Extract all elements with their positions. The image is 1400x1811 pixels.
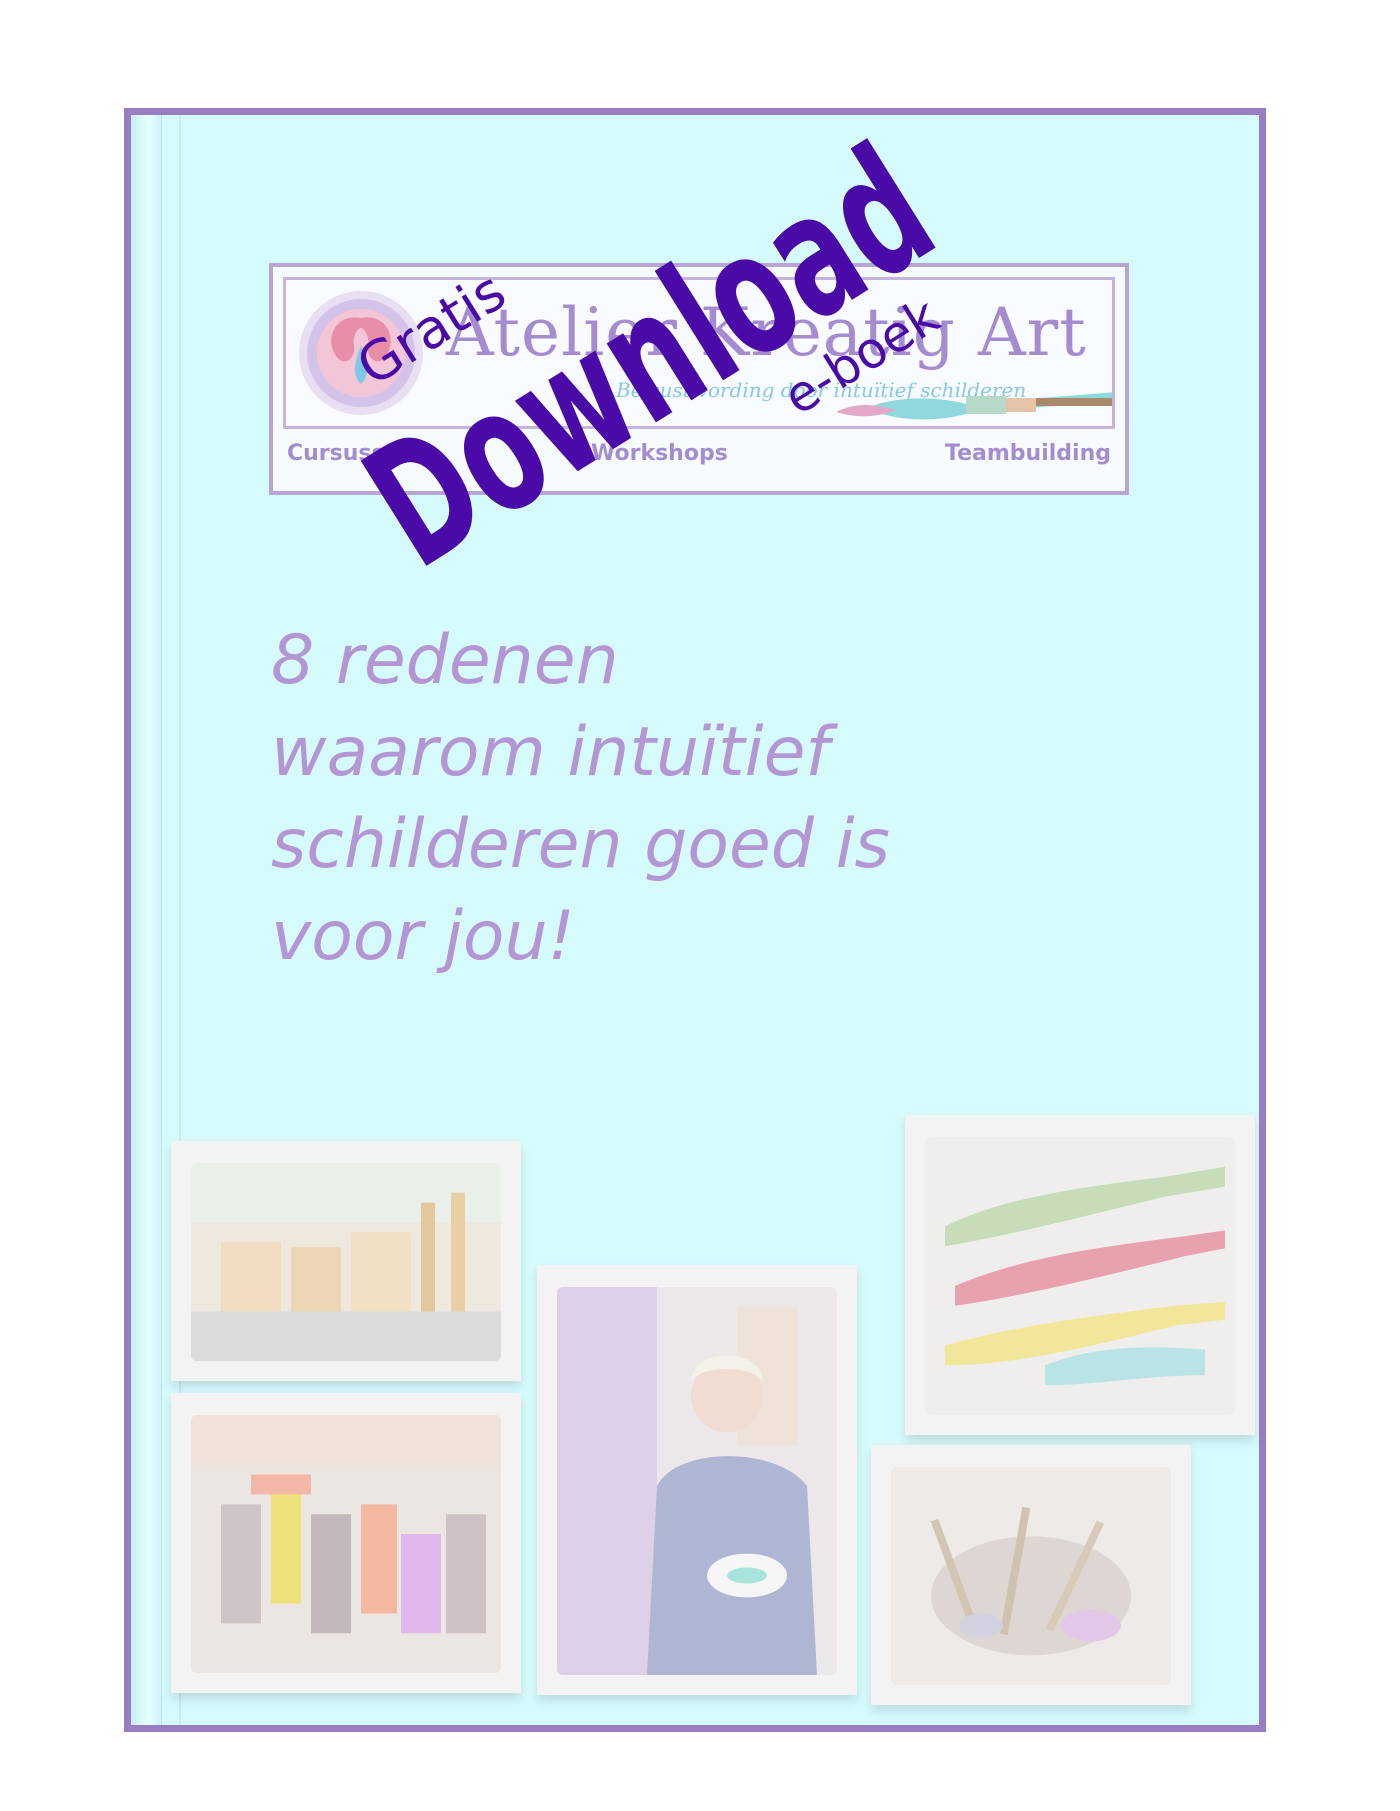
gratis-download-stamp: Download Gratis e-boek <box>250 110 966 630</box>
studio-image <box>191 1163 501 1361</box>
title-line: voor jou! <box>271 897 575 976</box>
photo-brushes <box>905 1115 1255 1435</box>
brushes-image <box>925 1137 1235 1415</box>
nav-teambuilding: Teambuilding <box>945 441 1111 466</box>
paints-image <box>191 1415 501 1673</box>
stamp-graphic: Download Gratis e-boek <box>335 110 966 606</box>
artist-image <box>557 1287 837 1675</box>
photo-paints <box>171 1393 521 1693</box>
title-line: schilderen goed is <box>271 805 890 884</box>
ebook-title: 8 redenen waarom intuïtief schilderen go… <box>271 615 890 983</box>
photo-tools <box>871 1445 1191 1705</box>
book-spine <box>131 115 162 1725</box>
tools-image <box>891 1467 1171 1685</box>
photo-artist <box>537 1265 857 1695</box>
title-line: waarom intuïtief <box>271 713 830 792</box>
photo-studio <box>171 1141 521 1381</box>
